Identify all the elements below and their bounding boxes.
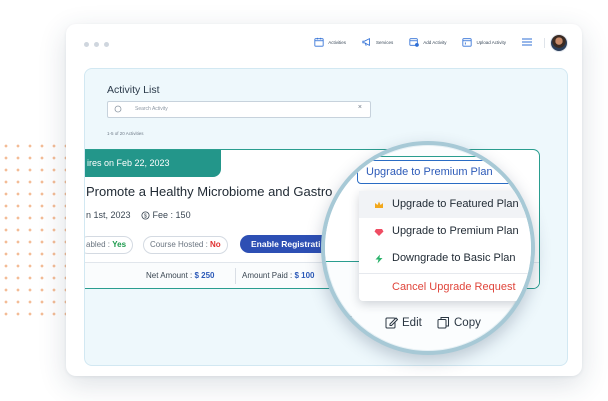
- user-avatar[interactable]: [550, 34, 568, 52]
- results-count: 1-5 of 20 Activities: [107, 131, 144, 136]
- activity-fee: $ Fee : 150: [141, 210, 191, 220]
- hamburger-menu-icon[interactable]: [522, 38, 532, 46]
- nav-add-activity-label: Add Activity: [423, 39, 447, 45]
- amount-divider: [235, 268, 236, 284]
- chevron-down-icon: ⌄: [522, 167, 529, 176]
- window-dot[interactable]: [104, 42, 109, 47]
- edit-label: Edit: [402, 316, 422, 329]
- bolt-icon: [375, 254, 383, 264]
- menu-item-basic-plan[interactable]: Downgrade to Basic Plan: [359, 245, 531, 272]
- nav-services[interactable]: Services: [362, 37, 393, 47]
- edit-button[interactable]: Edit: [385, 316, 422, 329]
- course-hosted-badge: Course Hosted : No: [143, 236, 228, 254]
- calendar-add-icon: [409, 38, 420, 47]
- crown-icon: [375, 201, 383, 208]
- net-amount: Net Amount : $ 250: [146, 271, 215, 280]
- enabled-value: Yes: [112, 240, 127, 249]
- activity-date: n 1st, 2023: [86, 210, 131, 220]
- card-actions: oard Edit Copy: [325, 316, 531, 336]
- menu-item-label: Cancel Upgrade Request: [392, 281, 516, 293]
- nav-activities-label: Activities: [328, 39, 346, 45]
- amount-paid-value: $ 100: [294, 271, 315, 280]
- clear-search-icon[interactable]: ×: [358, 104, 362, 111]
- calendar-upload-icon: [462, 38, 473, 47]
- gem-icon: [374, 229, 384, 236]
- dashboard-action[interactable]: oard: [329, 316, 352, 328]
- nav-upload-activity[interactable]: Upload Activity: [462, 37, 506, 47]
- megaphone-icon: [362, 37, 370, 47]
- copy-icon: [437, 317, 449, 329]
- expiry-ribbon: ires on Feb 22, 2023: [85, 150, 221, 177]
- hosted-value: No: [210, 240, 221, 249]
- nav-add-activity[interactable]: Add Activity: [409, 37, 446, 47]
- amount-paid: Amount Paid : $ 100: [242, 271, 315, 280]
- activity-title[interactable]: Promote a Healthy Microbiome and Gastro: [86, 184, 332, 199]
- upgrade-plan-menu: Upgrade to Featured Plan Upgrade to Prem…: [359, 191, 531, 301]
- menu-item-label: Upgrade to Premium Plan: [392, 225, 519, 237]
- activity-meta: n 1st, 2023 $ Fee : 150: [86, 210, 191, 220]
- net-amount-label: Net Amount :: [146, 271, 195, 280]
- copy-button[interactable]: Copy: [437, 316, 481, 329]
- svg-text:$: $: [143, 213, 146, 219]
- hosted-label: Course Hosted :: [150, 240, 211, 249]
- fee-icon: $: [141, 210, 150, 220]
- edit-icon: [385, 317, 398, 329]
- enabled-label: abled :: [86, 240, 113, 249]
- nav-upload-activity-label: Upload Activity: [476, 39, 506, 45]
- net-amount-value: $ 250: [194, 271, 215, 280]
- copy-label: Copy: [454, 316, 481, 329]
- calendar-icon: [314, 37, 324, 47]
- window-dot[interactable]: [84, 42, 89, 47]
- menu-item-label: Upgrade to Featured Plan: [392, 198, 519, 210]
- menu-item-featured-plan[interactable]: Upgrade to Featured Plan: [359, 191, 531, 218]
- upgrade-dropdown-label: Upgrade to Premium Plan: [366, 166, 493, 178]
- nav-activities[interactable]: Activities: [314, 37, 346, 47]
- search-input[interactable]: Search Activity ×: [107, 101, 371, 118]
- amount-paid-label: Amount Paid :: [242, 271, 295, 280]
- nav-services-label: Services: [375, 39, 394, 45]
- menu-item-label: Downgrade to Basic Plan: [392, 252, 516, 264]
- menu-item-premium-plan[interactable]: Upgrade to Premium Plan: [359, 218, 531, 245]
- window-controls: [84, 42, 109, 47]
- enabled-status-badge: abled : Yes: [85, 236, 134, 254]
- dashboard-action-label: oard: [329, 316, 353, 328]
- window-dot[interactable]: [94, 42, 99, 47]
- fee-text: Fee : 150: [152, 210, 191, 220]
- top-navigation: Activities Services Add Activity Upload …: [314, 37, 532, 47]
- search-icon: [114, 105, 122, 113]
- nav-divider: [544, 38, 545, 48]
- menu-item-cancel-upgrade[interactable]: Cancel Upgrade Request: [359, 273, 531, 301]
- page-title: Activity List: [107, 84, 160, 96]
- search-placeholder: Search Activity: [135, 106, 168, 112]
- magnifier-lens: Upgrade to Premium Plan ⌄ Upgrade to Fea…: [321, 141, 535, 355]
- upgrade-plan-dropdown[interactable]: Upgrade to Premium Plan ⌄: [357, 160, 531, 184]
